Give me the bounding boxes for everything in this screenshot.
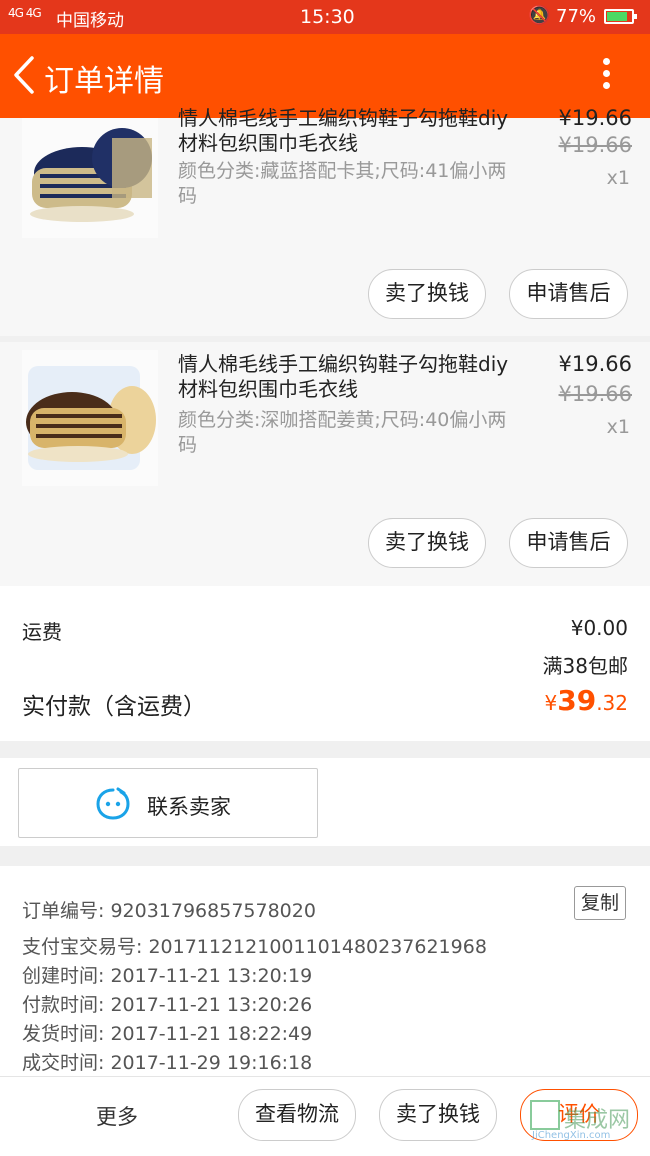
contact-seller-label: 联系卖家: [147, 795, 231, 819]
signal-indicator: 4G 4G: [8, 6, 42, 20]
more-actions-button[interactable]: 更多: [96, 1101, 138, 1131]
created-time: 创建时间: 2017-11-21 13:20:19: [22, 965, 313, 987]
watermark-logo-icon: [530, 1100, 560, 1130]
battery-percent: 77%: [556, 6, 597, 27]
watermark-url: JiChengXin.com: [532, 1130, 611, 1141]
clock: 15:30: [300, 6, 355, 28]
carrier-name: 中国移动: [56, 11, 124, 31]
product-original-price: ¥19.66: [558, 133, 632, 157]
paid-time: 付款时间: 2017-11-21 13:20:26: [22, 994, 313, 1016]
payment-summary: 运费 ¥0.00 满38包邮 实付款（含运费） ¥39.32: [0, 586, 650, 741]
order-info: 订单编号: 92031796857578020 复制 支付宝交易号: 20171…: [0, 866, 650, 1076]
contact-seller-button[interactable]: 联系卖家: [18, 768, 318, 838]
paid-integer: 39: [557, 684, 597, 717]
product-price: ¥19.66: [558, 106, 632, 130]
more-menu-button[interactable]: [588, 54, 624, 98]
page-title: 订单详情: [44, 64, 164, 99]
product-quantity: x1: [606, 167, 630, 189]
product-original-price: ¥19.66: [558, 382, 632, 406]
shipped-time: 发货时间: 2017-11-21 18:22:49: [22, 1023, 313, 1045]
shipping-label: 运费: [22, 620, 62, 644]
product-image[interactable]: [22, 118, 158, 238]
paid-amount: ¥39.32: [544, 684, 628, 717]
order-item-card[interactable]: 情人棉毛线手工编织钩鞋子勾拖鞋diy材料包织围巾毛衣线 颜色分类:藏蓝搭配卡其;…: [0, 106, 650, 336]
contact-section: 联系卖家: [0, 758, 650, 846]
free-shipping-note: 满38包邮: [542, 654, 628, 678]
after-sale-button[interactable]: 申请售后: [509, 269, 628, 319]
copy-button[interactable]: 复制: [574, 886, 626, 920]
product-name[interactable]: 情人棉毛线手工编织钩鞋子勾拖鞋diy材料包织围巾毛衣线: [178, 352, 518, 402]
status-bar: 4G 4G 中国移动 15:30 🔕 77%: [0, 0, 650, 34]
chat-face-icon: [96, 787, 130, 820]
product-sku: 颜色分类:藏蓝搭配卡其;尺码:41偏小两码: [178, 160, 507, 207]
slipper-brown-yellow-image: [22, 350, 158, 486]
after-sale-button[interactable]: 申请售后: [509, 518, 628, 568]
paid-amount-label: 实付款（含运费）: [22, 694, 206, 720]
sell-button[interactable]: 卖了换钱: [368, 518, 486, 568]
order-number: 订单编号: 92031796857578020: [22, 900, 316, 922]
product-image[interactable]: [22, 350, 158, 486]
battery-icon: [604, 9, 637, 24]
completed-time: 成交时间: 2017-11-29 19:16:18: [22, 1052, 313, 1074]
product-quantity: x1: [606, 416, 630, 438]
paid-decimal: .32: [596, 691, 628, 715]
product-price: ¥19.66: [558, 352, 632, 376]
sell-button[interactable]: 卖了换钱: [379, 1089, 497, 1141]
paid-currency: ¥: [544, 691, 558, 715]
product-name[interactable]: 情人棉毛线手工编织钩鞋子勾拖鞋diy材料包织围巾毛衣线: [178, 106, 518, 156]
more-vertical-icon: [588, 58, 624, 89]
mute-bell-icon: 🔕: [528, 5, 551, 26]
alipay-trade-number: 支付宝交易号: 2017112121001101480237621968: [22, 936, 487, 958]
product-sku: 颜色分类:深咖搭配姜黄;尺码:40偏小两码: [178, 409, 507, 456]
site-watermark: 集成网 JiChengXin.com: [530, 1100, 648, 1141]
shipping-value: ¥0.00: [570, 616, 628, 640]
view-logistics-button[interactable]: 查看物流: [238, 1089, 356, 1141]
chevron-left-icon: [14, 56, 34, 94]
order-item-card[interactable]: 情人棉毛线手工编织钩鞋子勾拖鞋diy材料包织围巾毛衣线 颜色分类:深咖搭配姜黄;…: [0, 342, 650, 586]
sell-button[interactable]: 卖了换钱: [368, 269, 486, 319]
slipper-navy-khaki-image: [22, 118, 158, 238]
